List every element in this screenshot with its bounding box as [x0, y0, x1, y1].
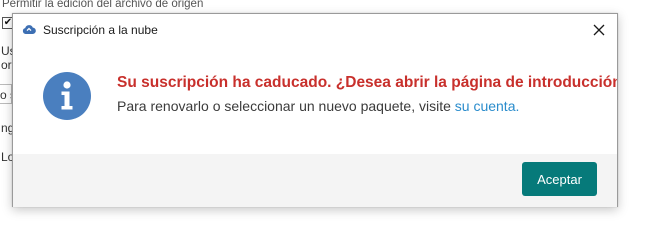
cloud-icon [22, 25, 36, 35]
dialog-content: Su suscripción ha caducado. ¿Desea abrir… [13, 46, 617, 154]
background-fragment: or [1, 58, 12, 72]
renew-instructions: Para renovarlo o seleccionar un nuevo pa… [117, 98, 519, 114]
info-icon [43, 72, 91, 120]
background-field[interactable]: o s [0, 84, 12, 104]
dialog-footer: Aceptar [13, 154, 617, 207]
background-fragment: Lo [1, 150, 12, 164]
expiry-message: Su suscripción ha caducado. ¿Desea abrir… [117, 74, 617, 91]
background-fragment: o s [0, 88, 11, 102]
subscription-dialog: Suscripción a la nube Su suscripción ha … [12, 13, 618, 207]
close-button[interactable] [589, 20, 609, 40]
dialog-titlebar[interactable]: Suscripción a la nube [13, 14, 617, 46]
account-link[interactable]: su cuenta. [455, 98, 520, 114]
background-option-label: Permitir la edición del archivo de orige… [2, 0, 204, 10]
renew-instructions-text: Para renovarlo o seleccionar un nuevo pa… [117, 98, 455, 114]
accept-button[interactable]: Aceptar [522, 162, 597, 196]
dialog-title: Suscripción a la nube [43, 23, 158, 37]
background-fragment: ng [1, 121, 12, 135]
close-icon [593, 24, 605, 36]
background-fragment: Us [1, 44, 12, 58]
